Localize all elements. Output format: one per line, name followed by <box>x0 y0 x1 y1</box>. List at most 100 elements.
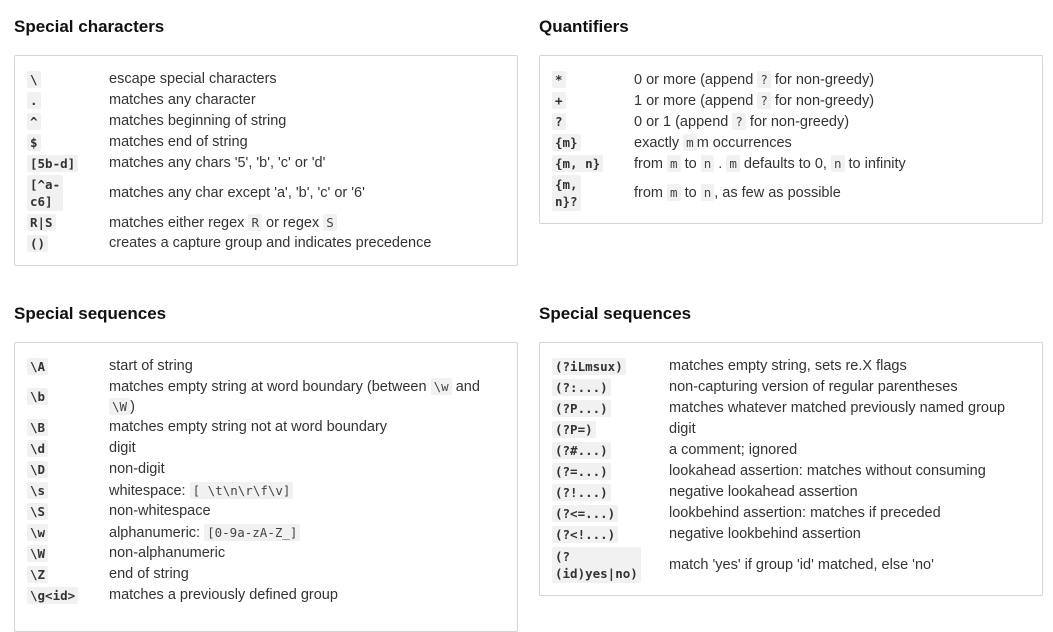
description: ) <box>130 399 135 415</box>
description: to infinity <box>848 155 906 172</box>
inline-code: ? <box>757 70 771 88</box>
description: to <box>684 185 697 201</box>
description: match 'yes' if group 'id' matched, else … <box>669 556 934 573</box>
description: lookbehind assertion: matches if precede… <box>669 505 941 521</box>
token: $ <box>27 133 41 151</box>
token: \Z <box>27 565 49 583</box>
table-row: ? 0 or 1 (append ? for non-greedy) <box>552 111 906 132</box>
description: digit <box>109 440 136 456</box>
table-row: \D non-digit <box>27 459 509 480</box>
token-line: n}? <box>555 193 578 209</box>
table-row: (?P...) matches whatever matched previou… <box>552 398 1005 419</box>
table-row: ^ matches beginning of string <box>27 111 431 132</box>
description: matches a previously defined group <box>109 587 338 603</box>
special-characters-table: \ escape special characters . matches an… <box>27 69 431 254</box>
token: \A <box>27 357 49 375</box>
description: exactly <box>634 134 680 151</box>
table-row: (? (id)yes|no) match 'yes' if group 'id' … <box>552 545 1005 585</box>
inline-code: m <box>726 154 740 172</box>
token-line: (id)yes|no) <box>555 565 638 581</box>
table-row: [5b-d] matches any chars '5', 'b', 'c' o… <box>27 153 431 174</box>
token: (?#...) <box>552 441 611 459</box>
table-row: \ escape special characters <box>27 69 431 90</box>
table-row: () creates a capture group and indicates… <box>27 233 431 254</box>
table-row: \w alphanumeric: [0-9a-zA-Z_] <box>27 522 509 543</box>
description: end of string <box>109 566 189 582</box>
token: () <box>27 234 49 252</box>
table-row: (?=...) lookahead assertion: matches wit… <box>552 461 1005 482</box>
table-row: . matches any character <box>27 90 431 111</box>
inline-code: ? <box>757 91 771 109</box>
table-row: \s whitespace: [ \t\n\r\f\v] <box>27 480 509 501</box>
inline-code: S <box>323 213 337 231</box>
table-row: (?#...) a comment; ignored <box>552 440 1005 461</box>
description: lookahead assertion: matches without con… <box>669 463 986 479</box>
table-row: \B matches empty string not at word boun… <box>27 417 509 438</box>
section-title: Quantifiers <box>539 17 629 36</box>
table-row: \A start of string <box>27 356 509 377</box>
token: ^ <box>27 112 41 130</box>
token: \b <box>27 388 49 405</box>
description: matches empty string, sets re.X flags <box>669 358 907 374</box>
token: {m, n} <box>552 154 604 172</box>
token: [5b-d] <box>27 154 79 172</box>
description: negative lookahead assertion <box>669 484 858 500</box>
table-row: \g<id> matches a previously defined grou… <box>27 585 509 606</box>
special-sequences-right-card: (?iLmsux) matches empty string, sets re.… <box>539 342 1043 596</box>
token: \S <box>27 502 49 520</box>
table-row: (?iLmsux) matches empty string, sets re.… <box>552 356 1005 377</box>
inline-code: m <box>667 184 681 201</box>
description: . <box>718 155 723 172</box>
inline-code: \W <box>109 398 131 415</box>
token-line: [^a- <box>30 176 61 192</box>
table-row: {m} exactly mm occurrences <box>552 132 906 153</box>
table-row: * 0 or more (append ? for non-greedy) <box>552 69 906 90</box>
table-row: \W non-alphanumeric <box>27 543 509 564</box>
description: a comment; ignored <box>669 442 798 458</box>
table-row: (?!...) negative lookahead assertion <box>552 482 1005 503</box>
description: creates a capture group and indicates pr… <box>109 235 432 251</box>
token: {m} <box>552 133 581 151</box>
special-sequences-right-table: (?iLmsux) matches empty string, sets re.… <box>552 356 1005 585</box>
description: non-capturing version of regular parenth… <box>669 379 958 395</box>
token: (?=...) <box>552 462 611 480</box>
token: (?P...) <box>552 399 611 417</box>
token: \B <box>27 418 49 436</box>
token: R|S <box>27 213 56 231</box>
inline-code: n <box>700 154 715 172</box>
table-row: {m, n} from m to n . m defaults to 0, n … <box>552 153 906 174</box>
token: (? (id)yes|no) <box>552 546 641 583</box>
table-row: (?<!...) negative lookbehind assertion <box>552 524 1005 545</box>
description: matches any chars '5', 'b', 'c' or 'd' <box>109 155 326 171</box>
token: . <box>27 91 41 109</box>
description: from <box>634 185 663 201</box>
table-row: (?P=) digit <box>552 419 1005 440</box>
inline-code: \w <box>430 378 452 395</box>
table-row: \d digit <box>27 438 509 459</box>
inline-code: R <box>248 213 262 231</box>
description: m occurrences <box>696 134 792 151</box>
special-sequences-left-table: \A start of string \b matches empty stri… <box>27 356 509 606</box>
description: negative lookbehind assertion <box>669 526 861 542</box>
table-row: \b matches empty string at word boundary… <box>27 377 509 417</box>
quantifiers-card: * 0 or more (append ? for non-greedy) + … <box>539 55 1043 224</box>
description: matches empty string at word boundary (b… <box>109 379 427 395</box>
inline-code: n <box>830 154 845 172</box>
inline-code: m <box>667 154 681 172</box>
token: (?P=) <box>552 420 596 438</box>
token: (?iLmsux) <box>552 357 626 375</box>
table-row: (?<=...) lookbehind assertion: matches i… <box>552 503 1005 524</box>
description: from <box>634 155 663 172</box>
description: or regex <box>266 214 320 231</box>
token: * <box>552 70 566 88</box>
description: matches any character <box>109 92 256 108</box>
description: escape special characters <box>109 71 277 87</box>
token: + <box>552 91 566 109</box>
section-title: Special sequences <box>539 304 692 323</box>
inline-code: m <box>683 133 697 151</box>
token: \d <box>27 439 49 457</box>
description: alphanumeric: <box>109 524 201 541</box>
table-row: {m, n}? from m to n, as few as possible <box>552 174 906 212</box>
inline-code: ? <box>732 112 746 130</box>
description: matches any char except 'a', 'b', 'c' or… <box>109 184 365 201</box>
